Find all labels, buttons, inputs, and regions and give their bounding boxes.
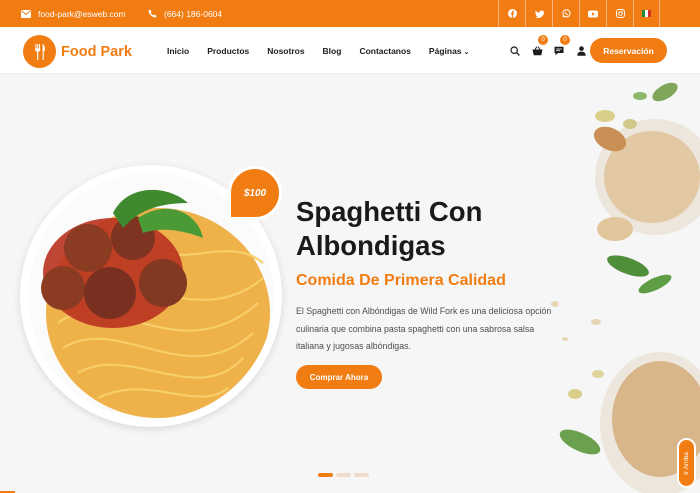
contact-email[interactable]: food-park@esweb.com [21,0,126,27]
twitter-icon[interactable] [525,0,552,27]
main-menu: Inicio Productos Nosotros Blog Contactan… [167,27,487,74]
social-links [498,0,660,27]
instagram-icon[interactable] [606,0,633,27]
youtube-icon[interactable] [579,0,606,27]
hero-description: El Spaghetti con Albóndigas de Wild Fork… [296,306,552,351]
back-to-top-label: Ir Arriba [683,451,691,475]
brand-name: Food Park [61,43,132,60]
back-to-top-button[interactable]: Ir Arriba [677,438,696,488]
nav-item-blog[interactable]: Blog [323,46,342,56]
mexico-flag-icon[interactable] [633,0,660,27]
slider-dot[interactable] [336,473,351,477]
messages-count-badge: 0 [560,34,570,45]
search-icon[interactable] [504,40,526,62]
nav-actions: 0 0 [504,27,592,74]
email-text: food-park@esweb.com [38,8,126,19]
main-navbar: Food Park Inicio Productos Nosotros Blog… [0,27,700,74]
phone-text: (664) 186-0604 [164,8,223,19]
nav-item-productos[interactable]: Productos [207,46,249,56]
nav-item-paginas-label: Páginas [428,45,462,56]
top-bar: food-park@esweb.com (664) 186-0604 [0,0,700,27]
slider-pagination [318,473,372,477]
buy-now-button[interactable]: Comprar Ahora [296,365,382,389]
hero-title: Spaghetti Con Albondigas [296,196,483,261]
fork-knife-icon [23,35,56,68]
basket-icon [532,45,542,55]
contact-phone[interactable]: (664) 186-0604 [148,0,222,27]
brand-logo[interactable]: Food Park [23,35,132,68]
whatsapp-icon[interactable] [552,0,579,27]
cart-count-badge: 0 [538,34,548,45]
hero-subtitle: Comida De Primera Calidad [296,272,506,289]
reservation-button[interactable]: Reservación [590,38,667,63]
slider-dot[interactable] [318,473,333,477]
phone-icon [148,9,157,18]
slider-dot[interactable] [354,473,369,477]
user-icon[interactable] [570,40,592,62]
price-badge: $100 [228,166,282,220]
hero-slider: $100 Spaghetti Con Albondigas Comida De … [0,74,700,493]
nav-item-inicio[interactable]: Inicio [167,46,189,56]
chat-icon [554,46,564,55]
facebook-icon[interactable] [498,0,525,27]
nav-item-paginas[interactable]: Páginas ⌄ [429,46,469,56]
messages-button[interactable]: 0 [548,34,570,62]
cart-button[interactable]: 0 [526,34,548,62]
chevron-down-icon: ⌄ [463,48,470,56]
envelope-icon [21,9,31,18]
nav-item-nosotros[interactable]: Nosotros [267,46,304,56]
nav-item-contactanos[interactable]: Contactanos [359,46,410,56]
